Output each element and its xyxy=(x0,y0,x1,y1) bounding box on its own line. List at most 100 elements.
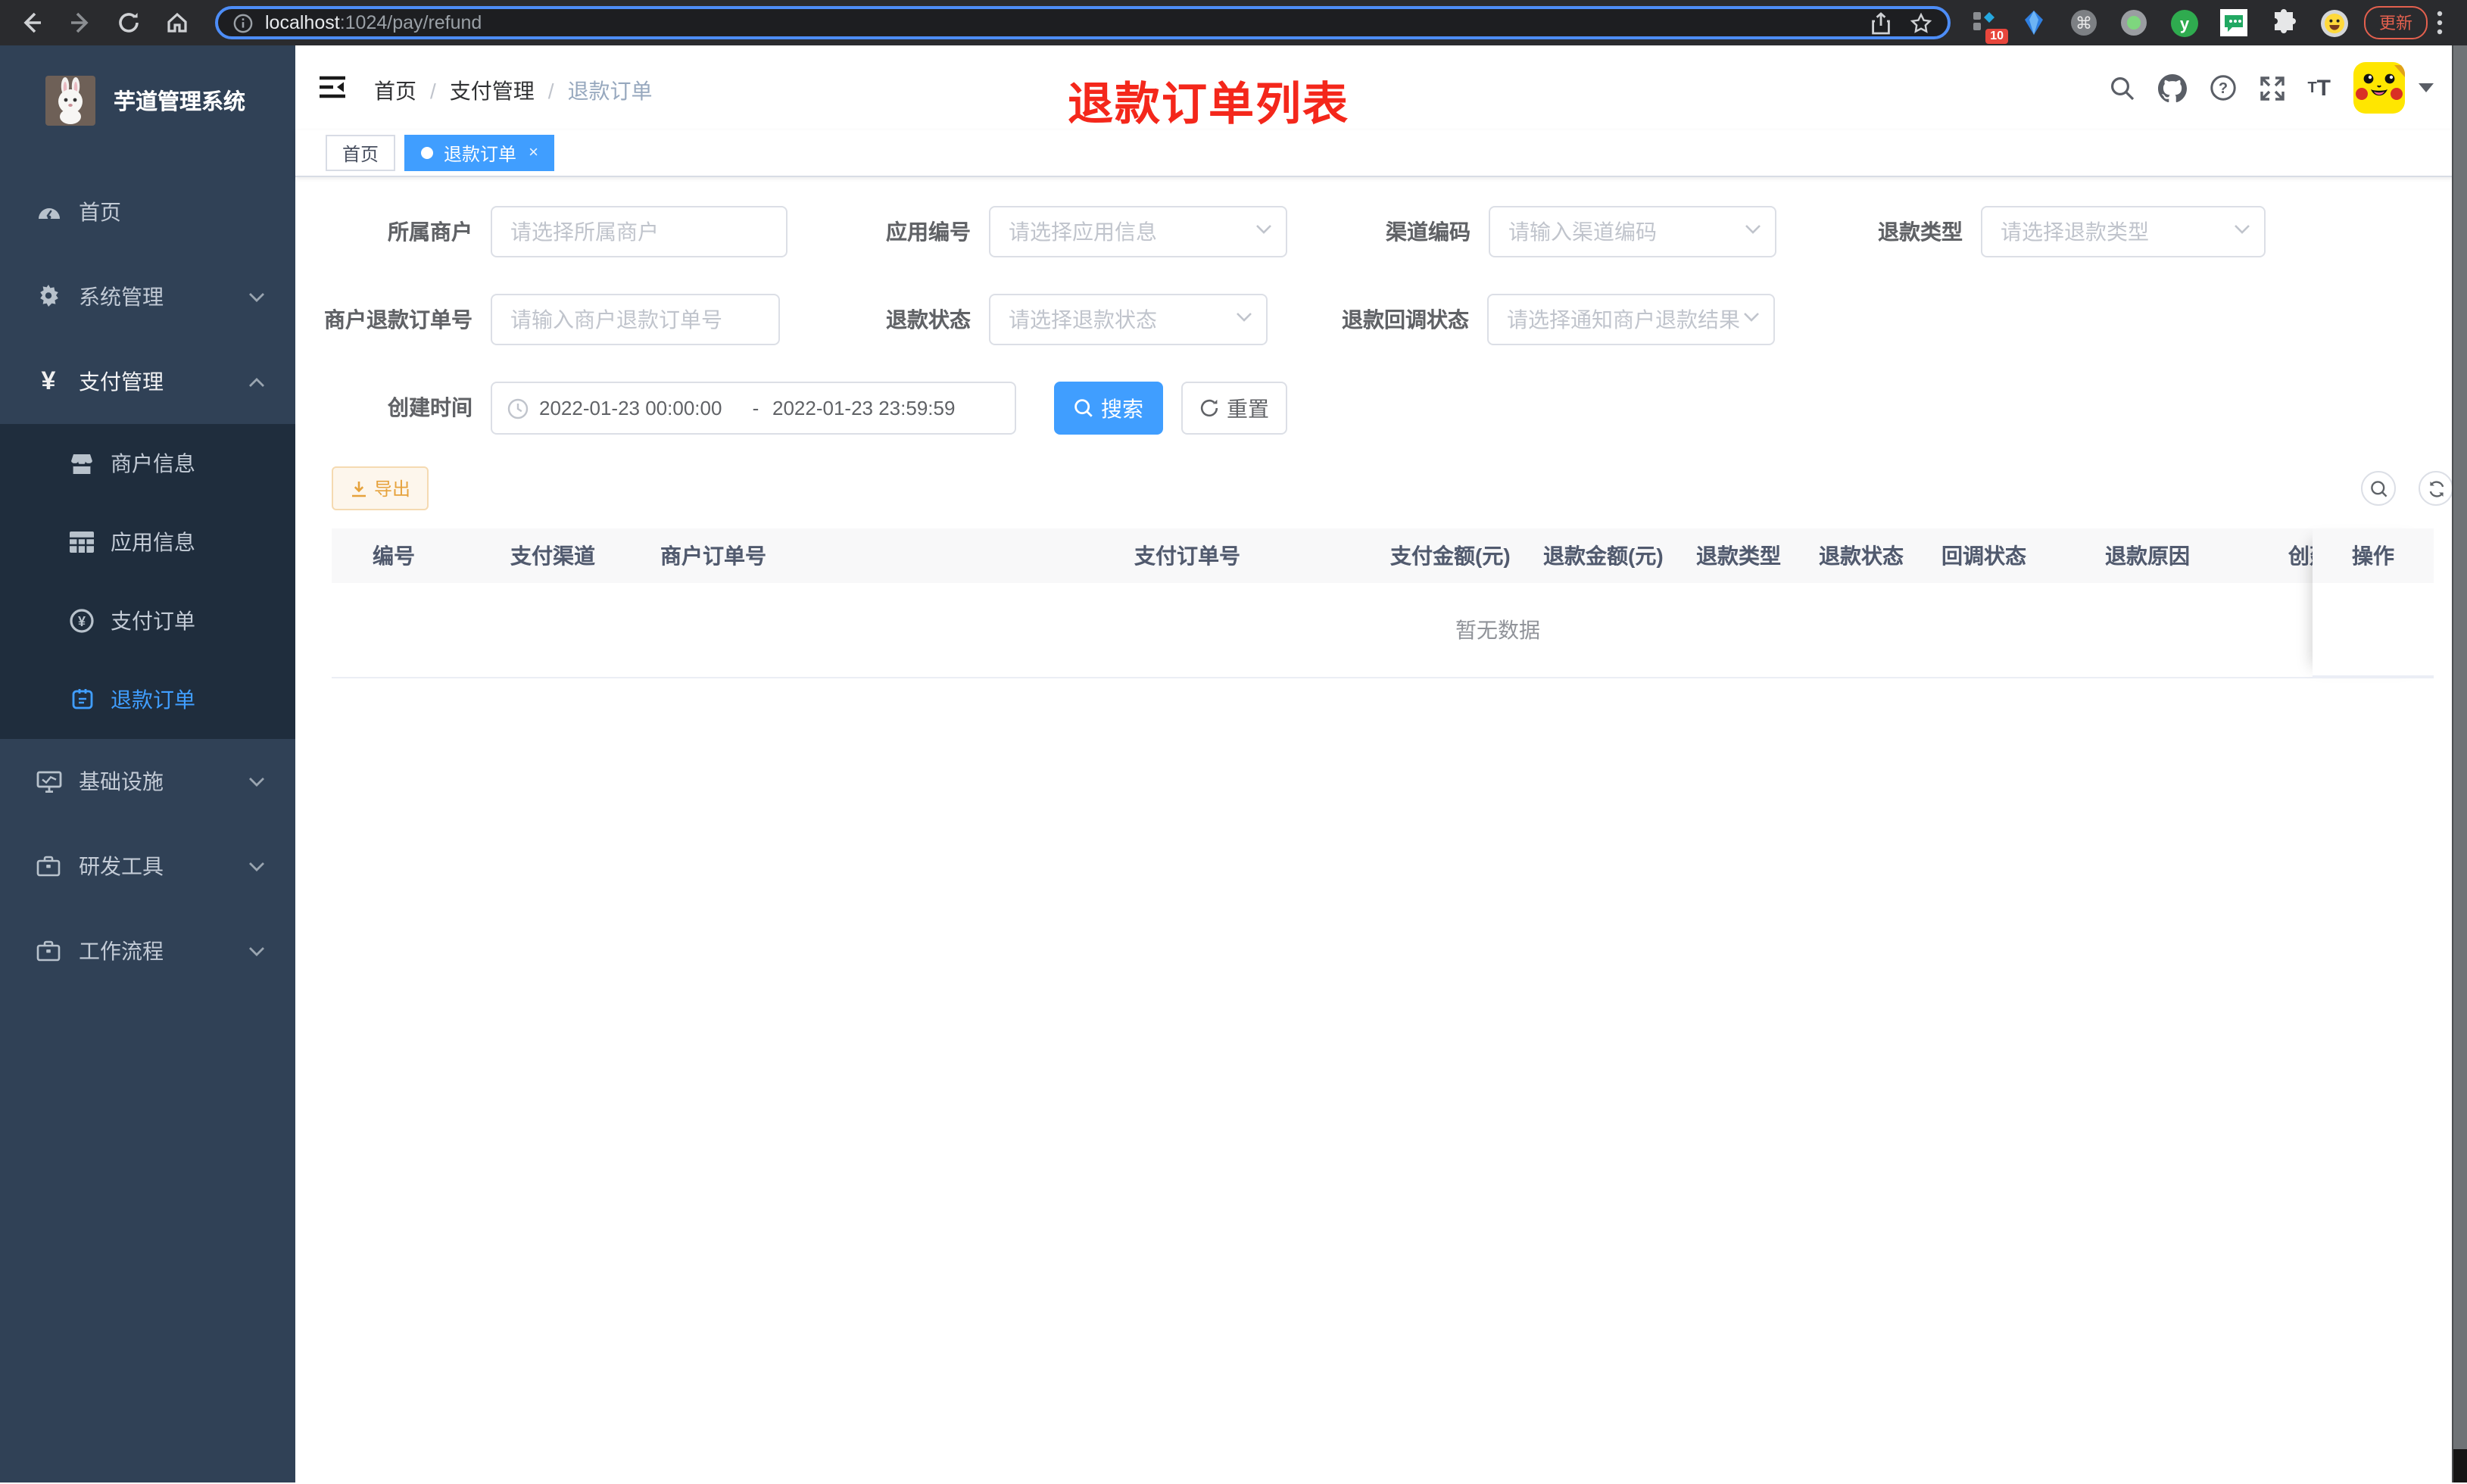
filter-callback-status-select[interactable] xyxy=(1487,294,1775,345)
fixed-column-body xyxy=(2313,583,2434,677)
payment-submenu: 商户信息 应用信息 ¥ 支付订单 退款订单 xyxy=(0,424,295,739)
screen: localhost:1024/pay/refund 10 ⌘ y 更新 芋道管理… xyxy=(0,0,2467,1484)
col-callback-status: 回调状态 xyxy=(1941,544,2026,568)
share-icon[interactable] xyxy=(1870,11,1892,34)
active-dot xyxy=(421,147,434,159)
svg-text:¥: ¥ xyxy=(78,614,86,629)
avatar-caret-icon[interactable] xyxy=(2419,83,2434,92)
sidebar-item-system[interactable]: 系统管理 xyxy=(0,254,295,339)
gear-icon xyxy=(30,285,67,309)
breadcrumb-home[interactable]: 首页 xyxy=(374,76,416,106)
channel-input[interactable] xyxy=(1490,207,1775,256)
filter-channel-select[interactable] xyxy=(1489,206,1776,257)
app-logo-row[interactable]: 芋道管理系统 xyxy=(0,45,295,136)
app-input[interactable] xyxy=(990,207,1286,256)
svg-text:⌘: ⌘ xyxy=(2076,14,2092,33)
sidebar-item-pay-order[interactable]: ¥ 支付订单 xyxy=(0,581,295,660)
reload-icon[interactable] xyxy=(112,6,145,39)
sidebar: 芋道管理系统 首页 系统管理 ¥ 支付管理 商户信息 应用信息 ¥ 支付订单 退… xyxy=(0,45,295,1482)
tab-close-icon[interactable]: × xyxy=(529,144,538,162)
sidebar-item-home[interactable]: 首页 xyxy=(0,170,295,254)
refund-doc-icon xyxy=(65,687,98,712)
grid-table-icon xyxy=(65,532,98,553)
fullscreen-icon[interactable] xyxy=(2259,75,2285,101)
sidebar-item-label: 应用信息 xyxy=(111,530,195,554)
site-info-icon[interactable] xyxy=(233,13,253,33)
extension-chat-icon[interactable] xyxy=(2219,8,2249,38)
sidebar-item-refund-order[interactable]: 退款订单 xyxy=(0,660,295,739)
yen-coin-icon: ¥ xyxy=(65,609,98,633)
help-icon[interactable]: ? xyxy=(2209,74,2236,101)
breadcrumb-separator: / xyxy=(430,79,436,103)
sidebar-item-payment[interactable]: ¥ 支付管理 xyxy=(0,339,295,424)
tab-refund-order[interactable]: 退款订单 × xyxy=(404,135,555,171)
sidebar-menu: 首页 系统管理 ¥ 支付管理 商户信息 应用信息 ¥ 支付订单 退款订单 基础设… xyxy=(0,170,295,993)
storefront-icon xyxy=(65,452,98,475)
refresh-table-button[interactable] xyxy=(2419,471,2453,506)
col-refund-reason: 退款原因 xyxy=(2105,544,2190,568)
url-text[interactable]: localhost:1024/pay/refund xyxy=(265,12,1858,33)
extension-tab-manager-icon[interactable]: 10 xyxy=(1969,8,2008,44)
extensions-puzzle-icon[interactable] xyxy=(2269,8,2299,38)
sidebar-item-label: 支付订单 xyxy=(111,609,195,633)
clock-icon xyxy=(507,398,529,419)
sidebar-item-app-info[interactable]: 应用信息 xyxy=(0,503,295,581)
merchant-refund-no-input[interactable] xyxy=(492,295,778,344)
forward-icon[interactable] xyxy=(64,6,97,39)
extension-emoji-icon[interactable] xyxy=(2319,8,2349,38)
navbar-actions: ? TT xyxy=(2109,45,2434,130)
sidebar-item-label: 退款订单 xyxy=(111,687,195,712)
browser-menu-icon[interactable] xyxy=(2437,11,2443,35)
avatar[interactable] xyxy=(2353,62,2405,114)
date-start-value[interactable]: 2022-01-23 00:00:00 xyxy=(539,397,739,419)
address-bar[interactable]: localhost:1024/pay/refund xyxy=(215,6,1951,39)
sidebar-collapse-icon[interactable] xyxy=(320,76,345,98)
date-end-value[interactable]: 2022-01-23 23:59:59 xyxy=(772,397,974,419)
extension-gem-icon[interactable] xyxy=(2019,8,2049,38)
filter-refund-type-select[interactable] xyxy=(1981,206,2266,257)
export-button[interactable]: 导出 xyxy=(332,466,429,510)
breadcrumb-separator: / xyxy=(547,79,554,103)
col-create-time-clipped: 创建时间 xyxy=(2288,544,2313,568)
tab-label: 首页 xyxy=(342,143,379,164)
sidebar-item-label: 研发工具 xyxy=(79,854,164,878)
refund-type-input[interactable] xyxy=(1982,207,2264,256)
dashboard-icon xyxy=(30,199,67,225)
github-icon[interactable] xyxy=(2157,73,2187,102)
tab-home[interactable]: 首页 xyxy=(326,135,396,171)
app-logo-rabbit xyxy=(45,75,95,125)
font-size-icon[interactable]: TT xyxy=(2307,75,2331,101)
sidebar-item-label: 支付管理 xyxy=(79,369,164,394)
extension-recorder-icon[interactable] xyxy=(2119,8,2149,38)
merchant-input[interactable] xyxy=(492,207,786,256)
sidebar-item-devtools[interactable]: 研发工具 xyxy=(0,824,295,909)
back-icon[interactable] xyxy=(15,6,48,39)
filter-label-refund-status: 退款状态 xyxy=(886,307,971,332)
filter-refund-status-select[interactable] xyxy=(989,294,1268,345)
extension-y-icon[interactable]: y xyxy=(2169,8,2199,38)
reset-button[interactable]: 重置 xyxy=(1181,382,1287,435)
sidebar-item-workflow[interactable]: 工作流程 xyxy=(0,909,295,993)
filter-label-channel: 渠道编码 xyxy=(1386,220,1471,244)
sidebar-item-infra[interactable]: 基础设施 xyxy=(0,739,295,824)
show-search-toggle-button[interactable] xyxy=(2361,471,2396,506)
create-time-range-picker[interactable]: 2022-01-23 00:00:00 - 2022-01-23 23:59:5… xyxy=(491,382,1016,435)
bookmark-star-icon[interactable] xyxy=(1910,11,1932,34)
col-refund-amount: 退款金额(元) xyxy=(1543,544,1664,568)
breadcrumb-payment[interactable]: 支付管理 xyxy=(450,76,535,106)
filter-merchant-select[interactable] xyxy=(491,206,788,257)
search-button[interactable]: 搜索 xyxy=(1054,382,1163,435)
browser-update-button[interactable]: 更新 xyxy=(2364,6,2428,39)
window-scrollbar[interactable] xyxy=(2452,45,2467,1482)
filter-app-select[interactable] xyxy=(989,206,1287,257)
refund-status-input[interactable] xyxy=(990,295,1266,344)
home-icon[interactable] xyxy=(161,6,194,39)
filter-merchant-refund-no-input[interactable] xyxy=(491,294,780,345)
filter-label-app: 应用编号 xyxy=(886,220,971,244)
extension-command-icon[interactable]: ⌘ xyxy=(2069,8,2099,38)
col-pay-channel: 支付渠道 xyxy=(510,544,595,568)
search-icon[interactable] xyxy=(2109,75,2135,101)
sidebar-item-merchant-info[interactable]: 商户信息 xyxy=(0,424,295,503)
sidebar-item-label: 基础设施 xyxy=(79,769,164,793)
callback-status-input[interactable] xyxy=(1489,295,1773,344)
